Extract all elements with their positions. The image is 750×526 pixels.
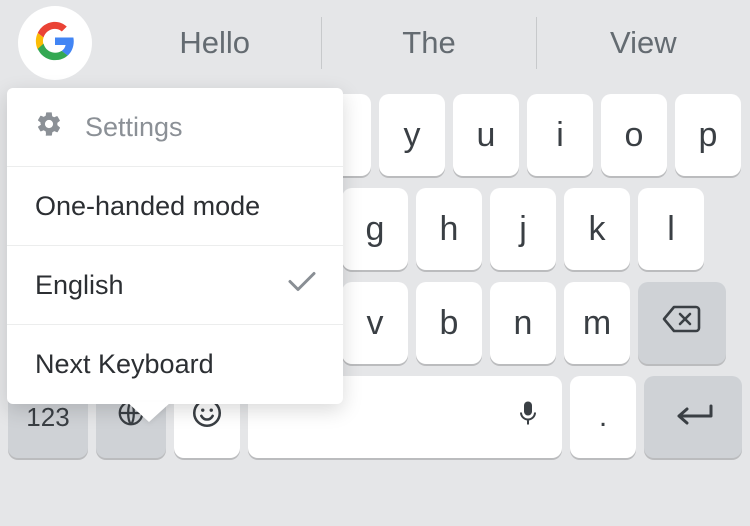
google-icon	[35, 21, 75, 66]
return-key[interactable]	[644, 376, 742, 458]
popup-item-label: Next Keyboard	[35, 349, 214, 380]
suggestions: Hello The View	[108, 0, 750, 86]
popup-item-label: English	[35, 270, 124, 301]
popup-item-settings[interactable]: Settings	[7, 88, 343, 167]
key-h[interactable]: h	[416, 188, 482, 270]
suggestion-bar: Hello The View	[0, 0, 750, 86]
popup-item-label: One-handed mode	[35, 191, 260, 222]
popup-item-one-handed[interactable]: One-handed mode	[7, 167, 343, 246]
key-u[interactable]: u	[453, 94, 519, 176]
key-p[interactable]: p	[675, 94, 741, 176]
key-g[interactable]: g	[342, 188, 408, 270]
keyboard-options-popup: Settings One-handed mode English Next Ke…	[7, 88, 343, 404]
key-b[interactable]: b	[416, 282, 482, 364]
check-icon	[287, 270, 317, 301]
popup-item-english[interactable]: English	[7, 246, 343, 325]
key-j[interactable]: j	[490, 188, 556, 270]
key-i[interactable]: i	[527, 94, 593, 176]
suggestion-3[interactable]: View	[537, 17, 750, 69]
return-icon	[671, 398, 715, 437]
suggestion-2[interactable]: The	[322, 17, 535, 69]
key-y[interactable]: y	[379, 94, 445, 176]
key-m[interactable]: m	[564, 282, 630, 364]
period-key[interactable]: .	[570, 376, 636, 458]
key-l[interactable]: l	[638, 188, 704, 270]
google-button[interactable]	[18, 6, 92, 80]
backspace-icon	[662, 303, 702, 344]
popup-item-label: Settings	[85, 112, 183, 143]
suggestion-1[interactable]: Hello	[108, 17, 321, 69]
key-k[interactable]: k	[564, 188, 630, 270]
popup-item-next-keyboard[interactable]: Next Keyboard	[7, 325, 343, 404]
backspace-key[interactable]	[638, 282, 726, 364]
key-n[interactable]: n	[490, 282, 556, 364]
key-o[interactable]: o	[601, 94, 667, 176]
key-v[interactable]: v	[342, 282, 408, 364]
gear-icon	[35, 110, 63, 145]
microphone-icon[interactable]	[518, 398, 538, 437]
